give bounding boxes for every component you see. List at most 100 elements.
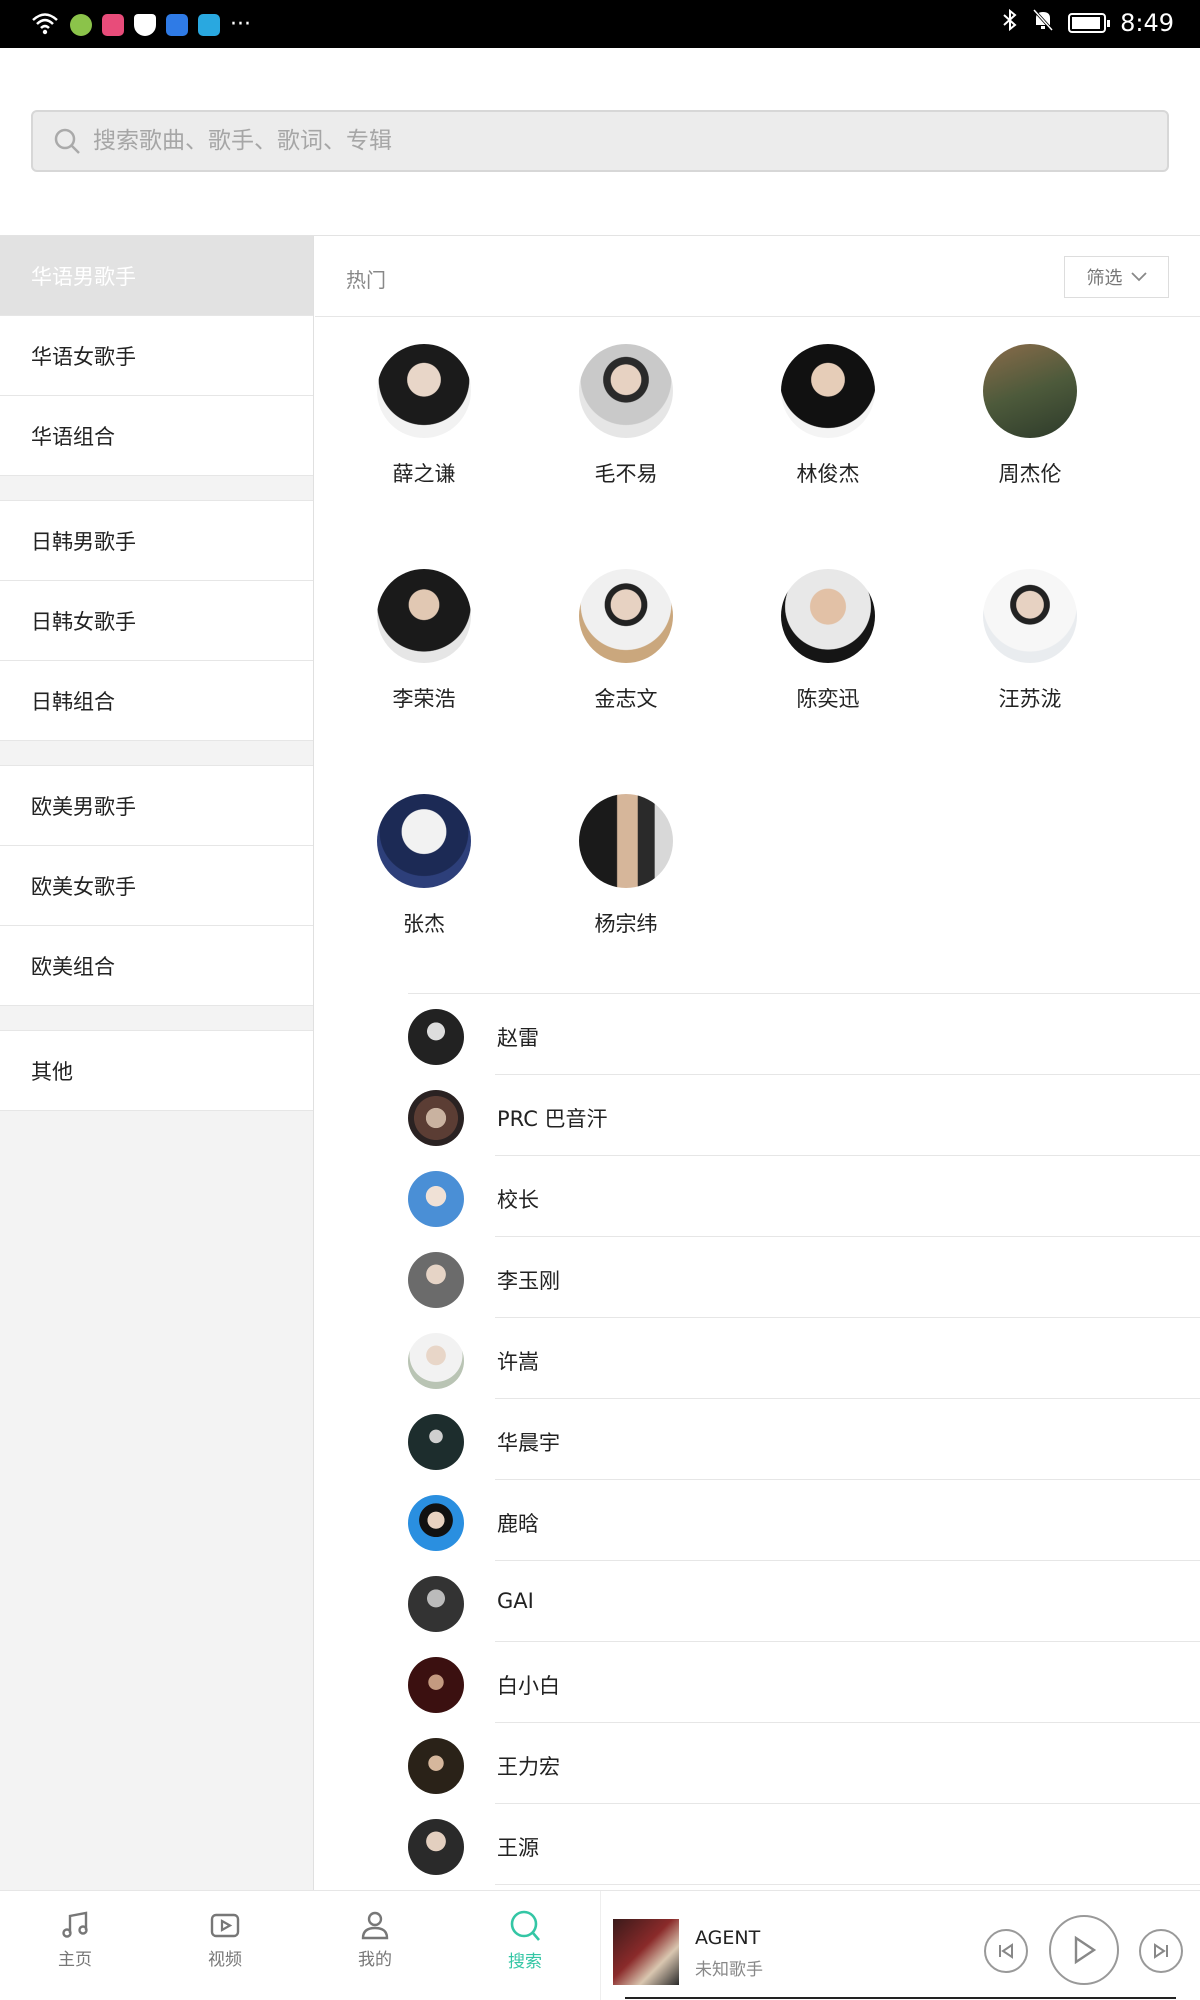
- sidebar-item-other[interactable]: 其他: [0, 1031, 313, 1111]
- bottom-bar: 主页 视频 我的 搜索 AGENT 未知歌手: [0, 1890, 1200, 2000]
- app-notification-icon: [70, 14, 92, 36]
- list-item[interactable]: 赵雷: [408, 994, 1200, 1075]
- artist-name: 杨宗纬: [594, 912, 658, 936]
- search-area: [0, 48, 1200, 236]
- nav-search[interactable]: 搜索: [470, 1909, 580, 1972]
- avatar: [408, 1414, 464, 1470]
- avatar: [377, 794, 471, 888]
- skip-previous-icon: [999, 1943, 1013, 1959]
- music-note-icon: [62, 1911, 88, 1938]
- avatar: [408, 1819, 464, 1875]
- artist-name: 汪苏泷: [998, 687, 1062, 711]
- sidebar-item-western-male[interactable]: 欧美男歌手: [0, 766, 313, 846]
- list-item[interactable]: 李玉刚: [408, 1237, 1200, 1318]
- browser-icon: [166, 14, 188, 36]
- chevron-down-icon: [1130, 272, 1147, 282]
- shield-icon: [134, 14, 156, 36]
- track-artist: 未知歌手: [695, 1960, 763, 1980]
- artist-name: 金志文: [594, 687, 658, 711]
- track-title: AGENT: [695, 1927, 761, 1949]
- play-square-icon: [210, 1913, 240, 1938]
- sidebar-item-western-group[interactable]: 欧美组合: [0, 926, 313, 1006]
- avatar: [408, 1252, 464, 1308]
- nav-label: 视频: [208, 1950, 242, 1970]
- avatar: [408, 1657, 464, 1713]
- filter-button[interactable]: 筛选: [1064, 256, 1169, 298]
- avatar: [408, 1171, 464, 1227]
- sidebar-item-jpkr-group[interactable]: 日韩组合: [0, 661, 313, 741]
- artist-card[interactable]: 汪苏泷: [960, 569, 1100, 713]
- sidebar-item-chinese-male[interactable]: 华语男歌手: [0, 236, 313, 316]
- album-cover[interactable]: [613, 1919, 679, 1985]
- mini-player[interactable]: AGENT 未知歌手: [600, 1891, 1200, 2000]
- avatar: [781, 569, 875, 663]
- avatar: [408, 1576, 464, 1632]
- artist-card[interactable]: 林俊杰: [758, 344, 898, 488]
- list-item[interactable]: 华晨宇: [408, 1399, 1200, 1480]
- list-item[interactable]: 王力宏: [408, 1723, 1200, 1804]
- avatar: [377, 569, 471, 663]
- avatar: [781, 344, 875, 438]
- artist-name: 王力宏: [497, 1755, 560, 1779]
- artist-name: 陈奕迅: [796, 687, 860, 711]
- person-icon: [361, 1911, 389, 1940]
- avatar: [983, 344, 1077, 438]
- artist-name: 许嵩: [497, 1350, 539, 1374]
- tab-hot[interactable]: 热门: [346, 264, 386, 293]
- artist-card[interactable]: 杨宗纬: [556, 794, 696, 938]
- artist-name: 毛不易: [594, 462, 658, 486]
- list-item[interactable]: 许嵩: [408, 1318, 1200, 1399]
- play-icon: [1074, 1935, 1097, 1965]
- artist-card[interactable]: 李荣浩: [354, 569, 494, 713]
- play-button[interactable]: [1049, 1915, 1119, 1985]
- filter-label: 筛选: [1086, 268, 1123, 289]
- sidebar-item-western-female[interactable]: 欧美女歌手: [0, 846, 313, 926]
- artist-card[interactable]: 金志文: [556, 569, 696, 713]
- avatar: [408, 1090, 464, 1146]
- status-left: ···: [30, 10, 251, 40]
- artist-card[interactable]: 张杰: [354, 794, 494, 938]
- sidebar-divider: [0, 741, 313, 766]
- nav-mine[interactable]: 我的: [320, 1909, 430, 1970]
- more-notifications-icon: ···: [230, 12, 251, 37]
- sidebar-item-chinese-female[interactable]: 华语女歌手: [0, 316, 313, 396]
- artist-card[interactable]: 薛之谦: [354, 344, 494, 488]
- nav-label: 我的: [358, 1950, 392, 1970]
- artist-panel: 热门 筛选 薛之谦 毛不易 林俊杰 周杰伦 李荣浩 金志文 陈奕迅 汪苏泷 张杰…: [315, 236, 1200, 1890]
- previous-button[interactable]: [984, 1929, 1028, 1973]
- status-bar: ··· 8:49: [0, 0, 1200, 48]
- sidebar-item-jpkr-male[interactable]: 日韩男歌手: [0, 501, 313, 581]
- next-button[interactable]: [1139, 1929, 1183, 1973]
- search-input[interactable]: [93, 128, 1093, 154]
- avatar: [579, 794, 673, 888]
- list-item[interactable]: 白小白: [408, 1642, 1200, 1723]
- list-item[interactable]: 鹿晗: [408, 1480, 1200, 1561]
- app-notification-icon: [102, 14, 124, 36]
- nav-home[interactable]: 主页: [20, 1909, 130, 1970]
- skip-next-icon: [1154, 1943, 1168, 1959]
- sidebar-item-chinese-group[interactable]: 华语组合: [0, 396, 313, 476]
- sidebar-divider: [0, 476, 313, 501]
- search-box[interactable]: [31, 110, 1169, 172]
- battery-icon: [1068, 13, 1111, 33]
- list-item[interactable]: 王源: [408, 1804, 1200, 1885]
- avatar: [579, 569, 673, 663]
- artist-card[interactable]: 周杰伦: [960, 344, 1100, 488]
- bluetooth-icon: [1002, 8, 1018, 38]
- artist-name: 薛之谦: [392, 462, 456, 486]
- nav-video[interactable]: 视频: [170, 1909, 280, 1970]
- playback-progress[interactable]: [625, 1997, 1176, 1999]
- sidebar-item-jpkr-female[interactable]: 日韩女歌手: [0, 581, 313, 661]
- artist-name: 华晨宇: [497, 1431, 560, 1455]
- mute-bell-icon: [1032, 8, 1054, 38]
- artist-name: 张杰: [403, 912, 445, 936]
- list-item[interactable]: GAI: [408, 1561, 1200, 1642]
- panel-header: 热门 筛选: [315, 236, 1200, 317]
- search-icon: [510, 1910, 540, 1941]
- avatar: [408, 1738, 464, 1794]
- artist-name: 白小白: [497, 1674, 560, 1698]
- list-item[interactable]: PRC 巴音汗: [408, 1075, 1200, 1156]
- artist-card[interactable]: 陈奕迅: [758, 569, 898, 713]
- list-item[interactable]: 校长: [408, 1156, 1200, 1237]
- artist-card[interactable]: 毛不易: [556, 344, 696, 488]
